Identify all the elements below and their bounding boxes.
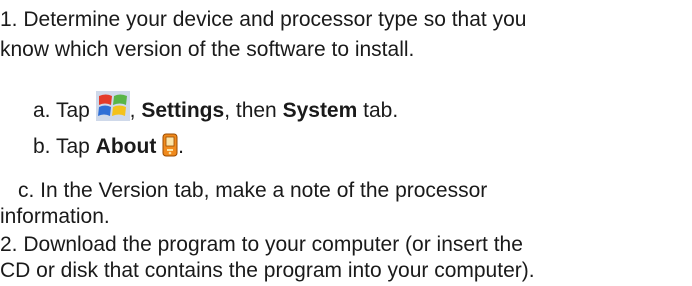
- step-1-continuation: know which version of the software to in…: [0, 38, 415, 61]
- step-a-prefix: a. Tap: [33, 99, 96, 122]
- step-b-line: b. Tap About .: [33, 133, 184, 160]
- instruction-document: 1. Determine your device and processor t…: [0, 0, 692, 286]
- about-label: About: [95, 135, 157, 158]
- step-a-mid: , then: [224, 99, 283, 122]
- step-b-suffix: .: [178, 135, 185, 158]
- cropped-previous-line: [0, 0, 160, 3]
- step-1-line: 1. Determine your device and processor t…: [0, 8, 527, 31]
- about-device-icon: [162, 133, 178, 157]
- step-a-suffix: tab.: [357, 99, 399, 122]
- step-c-continuation: information.: [0, 205, 110, 228]
- settings-label: Settings: [141, 99, 225, 122]
- step-c-line: c. In the Version tab, make a note of th…: [18, 179, 488, 202]
- step-a-sep: ,: [129, 99, 142, 122]
- step-2-line: 2. Download the program to your computer…: [0, 233, 523, 256]
- step-a-line: a. Tap , Settings, then System tab.: [33, 91, 398, 124]
- windows-start-icon: [95, 91, 130, 121]
- system-tab-label: System: [282, 99, 358, 122]
- step-2-continuation: CD or disk that contains the program int…: [0, 259, 535, 282]
- step-b-prefix: b. Tap: [33, 135, 96, 158]
